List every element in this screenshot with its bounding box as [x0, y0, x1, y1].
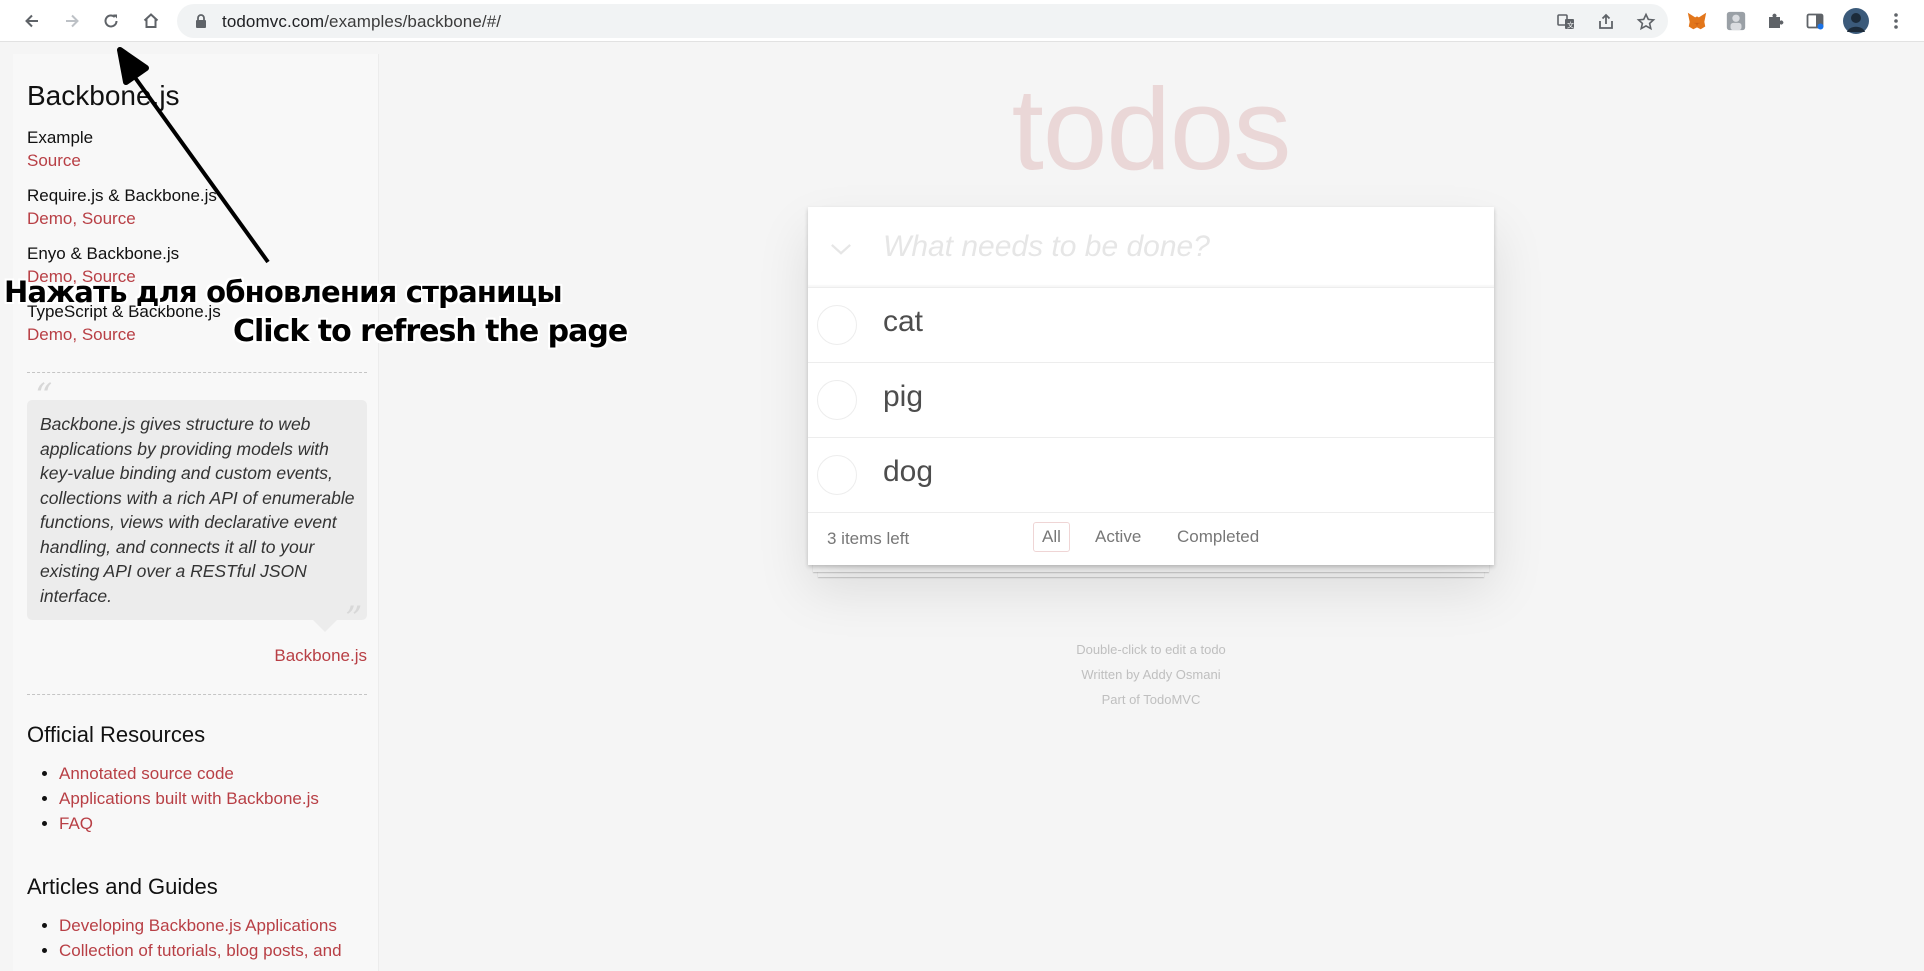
new-todo-row	[808, 207, 1494, 288]
todo-item[interactable]: dog	[808, 438, 1494, 513]
filter-active[interactable]: Active	[1086, 522, 1150, 552]
reload-button[interactable]	[96, 6, 126, 36]
address-bar[interactable]: todomvc.com/examples/backbone/#/ 文	[177, 4, 1668, 38]
quote-cite-link[interactable]: Backbone.js	[274, 646, 367, 666]
todo-footer: 3 items left All Active Completed	[808, 513, 1494, 565]
example-links: Demo, Source	[27, 209, 136, 229]
profile-avatar-icon[interactable]	[1843, 8, 1869, 34]
divider	[27, 372, 367, 373]
todo-title: pig	[883, 380, 924, 413]
annotation-russian: Нажать для обновления страницы	[4, 275, 563, 309]
forward-arrow-icon	[66, 14, 79, 28]
back-arrow-icon	[25, 14, 38, 28]
annotation-english: Click to refresh the page	[233, 314, 628, 349]
home-button[interactable]	[136, 6, 166, 36]
learn-sidebar: Backbone.js Example Source Require.js & …	[13, 54, 379, 971]
side-panel-icon[interactable]	[1802, 8, 1828, 34]
official-resources-list: Annotated source code Applications built…	[59, 761, 319, 836]
official-resources-heading: Official Resources	[27, 722, 206, 747]
demo-link[interactable]: Demo	[27, 209, 72, 228]
metamask-extension-icon[interactable]	[1684, 8, 1710, 34]
share-icon[interactable]	[1595, 11, 1617, 33]
article-link[interactable]: Developing Backbone.js Applications	[59, 913, 342, 938]
toggle-all-chevron-icon[interactable]	[826, 237, 856, 261]
reload-icon	[104, 14, 118, 28]
resource-link[interactable]: FAQ	[59, 811, 319, 836]
example-name: Require.js & Backbone.js	[27, 186, 217, 205]
todo-title: cat	[883, 305, 924, 338]
article-link[interactable]: Collection of tutorials, blog posts, and	[59, 938, 342, 963]
info-author: Written by Addy Osmani	[1081, 667, 1221, 682]
url-text: todomvc.com/examples/backbone/#/	[222, 12, 502, 31]
app-title: todos	[1011, 64, 1292, 194]
source-link[interactable]: Source	[82, 325, 136, 344]
todo-toggle-checkbox[interactable]	[817, 455, 857, 495]
translate-icon[interactable]: 文	[1555, 11, 1577, 33]
quote-box: Backbone.js gives structure to web appli…	[27, 400, 367, 620]
link-separator: ,	[72, 209, 82, 228]
example-name: Enyo & Backbone.js	[27, 244, 180, 263]
items-left-count: 3 items left	[827, 529, 910, 548]
todo-toggle-checkbox[interactable]	[817, 380, 857, 420]
todo-title: dog	[883, 455, 934, 488]
bookmark-star-icon[interactable]	[1635, 11, 1657, 33]
resource-link[interactable]: Applications built with Backbone.js	[59, 786, 319, 811]
divider	[27, 694, 367, 695]
todo-app: cat pig dog 3 items left All Active Comp…	[808, 207, 1494, 565]
filter-all[interactable]: All	[1033, 522, 1070, 552]
articles-list: Developing Backbone.js Applications Coll…	[59, 913, 342, 963]
extensions-puzzle-icon[interactable]	[1763, 8, 1789, 34]
quote-text: Backbone.js gives structure to web appli…	[40, 414, 355, 606]
filter-completed[interactable]: Completed	[1168, 522, 1268, 552]
link-separator: ,	[72, 325, 82, 344]
example-links: Source	[27, 151, 81, 171]
todo-item[interactable]: cat	[808, 288, 1494, 363]
new-todo-input[interactable]	[883, 225, 1473, 269]
forward-button[interactable]	[57, 6, 87, 36]
example-name: Example	[27, 128, 94, 147]
source-link[interactable]: Source	[82, 209, 136, 228]
example-links: Demo, Source	[27, 325, 136, 345]
demo-link[interactable]: Demo	[27, 325, 72, 344]
close-quote-icon: ”	[345, 599, 363, 639]
lock-icon	[196, 14, 206, 28]
back-button[interactable]	[17, 6, 47, 36]
profile-extension-icon[interactable]	[1723, 8, 1749, 34]
todo-toggle-checkbox[interactable]	[817, 305, 857, 345]
source-link[interactable]: Source	[27, 151, 81, 170]
browser-toolbar: todomvc.com/examples/backbone/#/ 文	[0, 0, 1924, 42]
quote-tail	[313, 620, 337, 632]
articles-heading: Articles and Guides	[27, 874, 218, 899]
info-edit-hint: Double-click to edit a todo	[1076, 642, 1226, 657]
resource-link[interactable]: Annotated source code	[59, 761, 319, 786]
todo-item[interactable]: pig	[808, 363, 1494, 438]
svg-text:文: 文	[1567, 21, 1574, 30]
info-part-of: Part of TodoMVC	[1101, 692, 1201, 707]
home-icon	[143, 13, 159, 28]
sidebar-title: Backbone.js	[27, 80, 180, 111]
menu-kebab-icon[interactable]	[1883, 8, 1909, 34]
